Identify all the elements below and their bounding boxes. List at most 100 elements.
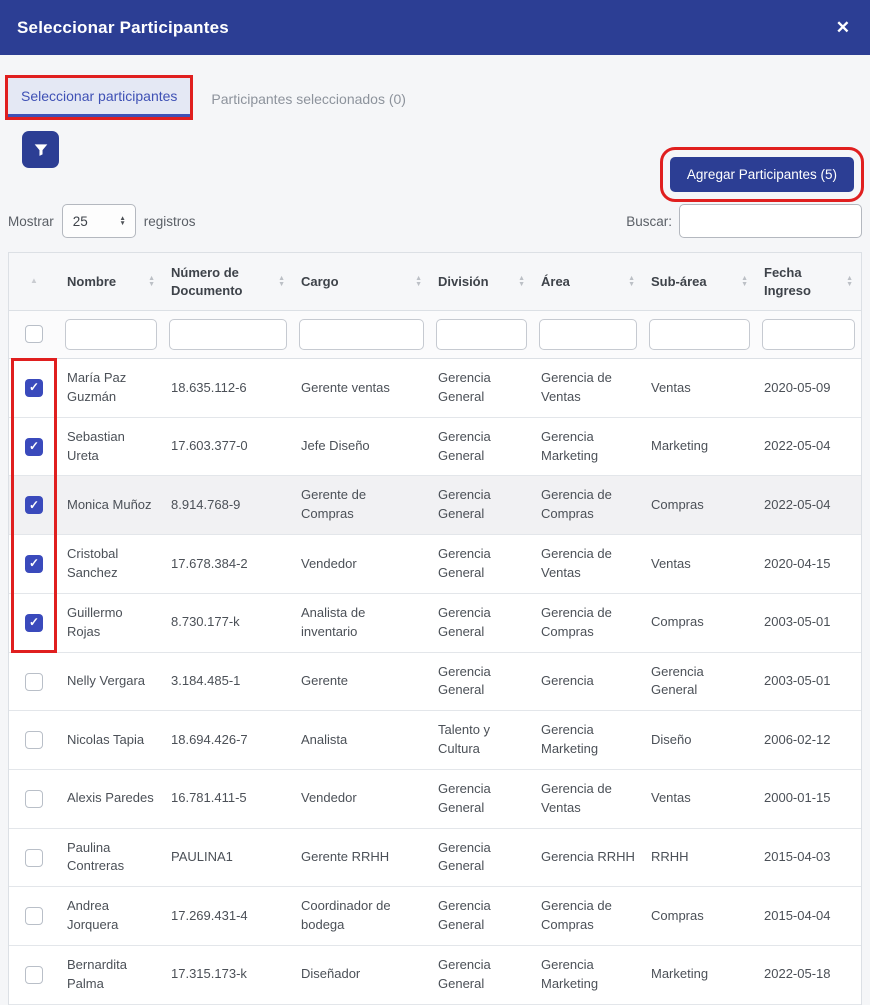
filter-input-fecha-ingreso[interactable] [762, 319, 855, 350]
cell-numero-documento: 17.603.377-0 [163, 417, 293, 476]
page-size-value: 25 [73, 214, 88, 229]
select-arrows-icon: ▲▼ [119, 216, 125, 227]
row-checkbox-cell [9, 887, 59, 946]
header-cargo[interactable]: Cargo ▲▼ [293, 253, 430, 311]
cell-numero-documento: 17.678.384-2 [163, 535, 293, 594]
cell-fecha-ingreso: 2006-02-12 [756, 711, 861, 770]
records-label: registros [144, 214, 196, 229]
cell-cargo: Analista de inventario [293, 593, 430, 652]
row-checkbox[interactable]: ✓ [25, 614, 43, 632]
cell-numero-documento: 8.914.768-9 [163, 476, 293, 535]
add-participants-button[interactable]: Agregar Participantes (5) [670, 157, 854, 192]
table-row[interactable]: ✓ Sebastian Ureta 17.603.377-0 Jefe Dise… [9, 417, 861, 476]
cell-cargo: Vendedor [293, 535, 430, 594]
row-checkbox[interactable]: ✓ [25, 496, 43, 514]
table-row[interactable]: Andrea Jorquera 17.269.431-4 Coordinador… [9, 887, 861, 946]
cell-numero-documento: 16.781.411-5 [163, 769, 293, 828]
search-group: Buscar: [626, 204, 862, 238]
page-size-group: Mostrar 25 ▲▼ registros [8, 204, 196, 238]
cell-numero-documento: 3.184.485-1 [163, 652, 293, 711]
cell-subarea: Compras [643, 887, 756, 946]
row-checkbox[interactable] [25, 966, 43, 984]
cell-area: Gerencia Marketing [533, 945, 643, 1004]
header-nombre[interactable]: Nombre ▲▼ [59, 253, 163, 311]
cell-division: Gerencia General [430, 652, 533, 711]
row-checkbox[interactable] [25, 849, 43, 867]
cell-subarea: Ventas [643, 535, 756, 594]
row-checkbox[interactable] [25, 790, 43, 808]
show-label: Mostrar [8, 214, 54, 229]
search-input[interactable] [679, 204, 862, 238]
filter-input-cargo[interactable] [299, 319, 424, 350]
row-checkbox-cell: ✓ [9, 593, 59, 652]
cell-cargo: Gerente [293, 652, 430, 711]
row-checkbox-cell [9, 828, 59, 887]
cell-subarea: Ventas [643, 359, 756, 418]
sort-icon: ▲▼ [741, 276, 748, 288]
table-row[interactable]: ✓ Monica Muñoz 8.914.768-9 Gerente de Co… [9, 476, 861, 535]
filter-input-numero-documento[interactable] [169, 319, 287, 350]
table-row[interactable]: Nicolas Tapia 18.694.426-7 Analista Tale… [9, 711, 861, 770]
sort-icon: ▲▼ [148, 276, 155, 288]
search-label: Buscar: [626, 214, 672, 229]
filter-button[interactable] [22, 131, 59, 168]
row-checkbox-cell: ✓ [9, 535, 59, 594]
tab-bar: Seleccionar participantes Participantes … [8, 78, 862, 117]
cell-fecha-ingreso: 2020-05-09 [756, 359, 861, 418]
modal-title: Seleccionar Participantes [17, 18, 229, 38]
select-all-checkbox[interactable] [25, 325, 43, 343]
filter-input-subarea[interactable] [649, 319, 750, 350]
cell-fecha-ingreso: 2020-04-15 [756, 535, 861, 594]
header-fecha-ingreso[interactable]: Fecha Ingreso ▲▼ [756, 253, 861, 311]
cell-fecha-ingreso: 2003-05-01 [756, 652, 861, 711]
row-checkbox[interactable] [25, 907, 43, 925]
row-checkbox[interactable] [25, 731, 43, 749]
row-checkbox[interactable]: ✓ [25, 555, 43, 573]
page-size-select[interactable]: 25 ▲▼ [62, 204, 136, 238]
header-area[interactable]: Área ▲▼ [533, 253, 643, 311]
cell-fecha-ingreso: 2000-01-15 [756, 769, 861, 828]
row-checkbox[interactable]: ✓ [25, 438, 43, 456]
header-numero-documento[interactable]: Número de Documento ▲▼ [163, 253, 293, 311]
cell-nombre: Nicolas Tapia [59, 711, 163, 770]
cell-cargo: Coordinador de bodega [293, 887, 430, 946]
table-row[interactable]: ✓ María Paz Guzmán 18.635.112-6 Gerente … [9, 359, 861, 418]
column-filter-row [9, 311, 861, 359]
header-subarea[interactable]: Sub-área ▲▼ [643, 253, 756, 311]
cell-fecha-ingreso: 2022-05-18 [756, 945, 861, 1004]
cell-area: Gerencia de Ventas [533, 359, 643, 418]
tab-seleccionar-participantes[interactable]: Seleccionar participantes [8, 78, 190, 117]
row-checkbox[interactable]: ✓ [25, 379, 43, 397]
filter-input-division[interactable] [436, 319, 527, 350]
cell-subarea: Marketing [643, 945, 756, 1004]
cell-numero-documento: 18.635.112-6 [163, 359, 293, 418]
table-row[interactable]: ✓ Guillermo Rojas 8.730.177-k Analista d… [9, 593, 861, 652]
cell-numero-documento: 8.730.177-k [163, 593, 293, 652]
row-checkbox-cell [9, 945, 59, 1004]
row-checkbox-cell [9, 652, 59, 711]
header-division[interactable]: División ▲▼ [430, 253, 533, 311]
tab-participantes-seleccionados[interactable]: Participantes seleccionados (0) [198, 81, 419, 117]
header-select-column[interactable]: ▲ [9, 253, 59, 311]
table-row[interactable]: Nelly Vergara 3.184.485-1 Gerente Gerenc… [9, 652, 861, 711]
row-checkbox-cell [9, 711, 59, 770]
close-icon[interactable]: ✕ [836, 19, 850, 36]
cell-subarea: Diseño [643, 711, 756, 770]
cell-nombre: Guillermo Rojas [59, 593, 163, 652]
sort-icon: ▲▼ [278, 276, 285, 288]
cell-numero-documento: 18.694.426-7 [163, 711, 293, 770]
row-checkbox-cell [9, 769, 59, 828]
table-row[interactable]: Bernardita Palma 17.315.173-k Diseñador … [9, 945, 861, 1004]
filter-input-area[interactable] [539, 319, 637, 350]
table-row[interactable]: Paulina Contreras PAULINA1 Gerente RRHH … [9, 828, 861, 887]
table-row[interactable]: ✓ Cristobal Sanchez 17.678.384-2 Vendedo… [9, 535, 861, 594]
table-row[interactable]: Alexis Paredes 16.781.411-5 Vendedor Ger… [9, 769, 861, 828]
row-checkbox[interactable] [25, 673, 43, 691]
cell-division: Gerencia General [430, 887, 533, 946]
row-checkbox-cell: ✓ [9, 476, 59, 535]
cell-cargo: Gerente RRHH [293, 828, 430, 887]
cell-area: Gerencia de Compras [533, 476, 643, 535]
cell-fecha-ingreso: 2015-04-03 [756, 828, 861, 887]
filter-input-nombre[interactable] [65, 319, 157, 350]
sort-icon: ▲▼ [518, 276, 525, 288]
